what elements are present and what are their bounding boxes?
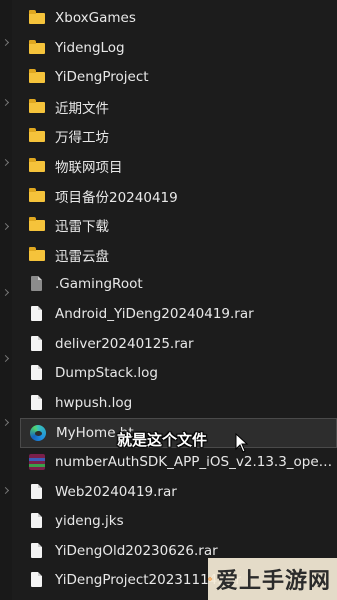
- folder-icon-shape: [29, 217, 45, 232]
- folder-row[interactable]: XboxGames: [20, 4, 337, 32]
- file-name: 项目备份20240419: [55, 189, 178, 206]
- file-name: 迅雷云盘: [55, 248, 109, 265]
- file-row[interactable]: hwpush.log: [20, 389, 337, 417]
- file-name: YiDengProject: [55, 69, 149, 86]
- file-name: numberAuthSDK_APP_iOS_v2.13.3_operato...: [55, 454, 337, 470]
- winrar-icon: [28, 453, 46, 471]
- mouse-cursor-icon: [235, 433, 249, 453]
- folder-icon: [28, 9, 46, 27]
- expand-chevron-icon[interactable]: [1, 158, 10, 167]
- folder-row[interactable]: 迅雷云盘: [20, 241, 337, 269]
- folder-row[interactable]: 迅雷下载: [20, 211, 337, 239]
- expand-chevron-icon[interactable]: [1, 288, 10, 297]
- file-row[interactable]: yideng.jks: [20, 507, 337, 535]
- edge-html-icon-shape: [30, 425, 46, 442]
- file-icon: [28, 305, 46, 323]
- folder-icon: [28, 187, 46, 205]
- file-icon: [28, 394, 46, 412]
- file-row[interactable]: .GamingRoot: [20, 270, 337, 298]
- folder-icon: [28, 127, 46, 145]
- expand-chevron-icon[interactable]: [1, 98, 10, 107]
- file-name: 物联网项目: [55, 160, 123, 176]
- file-name: yideng.jks: [55, 513, 124, 530]
- expand-chevron-icon[interactable]: [1, 486, 10, 495]
- file-icon: [28, 512, 46, 530]
- file-name: XboxGames: [55, 10, 136, 26]
- folder-icon-shape: [29, 10, 45, 24]
- file-name: hwpush.log: [55, 394, 133, 411]
- file-icon-shape: [31, 365, 42, 381]
- expand-chevron-icon[interactable]: [1, 222, 10, 231]
- expand-chevron-icon[interactable]: [1, 418, 10, 427]
- file-icon-shape: [31, 572, 42, 588]
- file-name: DumpStack.log: [55, 365, 158, 382]
- folder-icon-shape: [29, 98, 45, 113]
- winrar-icon-shape: [29, 454, 45, 470]
- folder-row[interactable]: YiDengProject: [20, 63, 337, 91]
- folder-icon-shape: [29, 128, 45, 143]
- folder-icon: [28, 39, 46, 57]
- overlay-caption: 就是这个文件: [117, 431, 208, 449]
- folder-row[interactable]: 近期文件: [20, 93, 337, 121]
- folder-icon: [28, 157, 46, 175]
- folder-icon-shape: [29, 158, 45, 172]
- file-icon: [28, 364, 46, 382]
- file-icon-shape: [31, 513, 42, 529]
- folder-icon-shape: [29, 246, 45, 261]
- file-name: YidengLog: [55, 39, 125, 56]
- file-name: Android_YiDeng20240419.rar: [55, 306, 254, 322]
- folder-icon-shape: [29, 69, 45, 84]
- file-row[interactable]: DumpStack.log: [20, 359, 337, 387]
- file-icon-shape: [31, 335, 42, 351]
- expand-chevron-icon[interactable]: [1, 354, 10, 363]
- file-icon-shape: [31, 483, 42, 499]
- file-name: 近期文件: [55, 100, 109, 117]
- file-name: .GamingRoot: [55, 276, 143, 293]
- edge-html-icon: [29, 424, 47, 442]
- file-row[interactable]: numberAuthSDK_APP_iOS_v2.13.3_operato...: [20, 448, 337, 476]
- file-name: deliver20240125.rar: [55, 335, 194, 352]
- folder-icon: [28, 216, 46, 234]
- folder-row[interactable]: YidengLog: [20, 34, 337, 62]
- folder-row[interactable]: 物联网项目: [20, 152, 337, 180]
- file-row[interactable]: Android_YiDeng20240419.rar: [20, 300, 337, 328]
- folder-row[interactable]: 万得工坊: [20, 122, 337, 150]
- folder-icon: [28, 98, 46, 116]
- file-icon: [28, 335, 46, 353]
- navigation-pane-edge: [0, 0, 12, 600]
- folder-icon-shape: [29, 39, 45, 54]
- file-name: Web20240419.rar: [55, 483, 177, 500]
- file-icon: [28, 571, 46, 589]
- file-row[interactable]: Web20240419.rar: [20, 478, 337, 506]
- file-name: 万得工坊: [55, 130, 109, 147]
- folder-icon-shape: [29, 187, 45, 202]
- watermark-text: 爱上手游网: [215, 569, 331, 594]
- watermark: 爱上手游网: [208, 558, 337, 600]
- system-file-icon-shape: [31, 276, 42, 292]
- file-name: 迅雷下载: [55, 219, 109, 236]
- file-icon-shape: [31, 394, 42, 410]
- expand-chevron-icon[interactable]: [1, 38, 10, 47]
- folder-row[interactable]: 项目备份20240419: [20, 182, 337, 210]
- file-icon-shape: [31, 306, 42, 321]
- file-icon: [28, 483, 46, 501]
- folder-icon: [28, 246, 46, 264]
- system-file-icon: [28, 275, 46, 293]
- file-icon: [28, 542, 46, 560]
- folder-icon: [28, 68, 46, 86]
- file-name: YiDengOld20230626.rar: [55, 542, 218, 559]
- file-icon-shape: [31, 542, 42, 558]
- file-row[interactable]: deliver20240125.rar: [20, 330, 337, 358]
- watermark-logo-icon: [208, 577, 212, 581]
